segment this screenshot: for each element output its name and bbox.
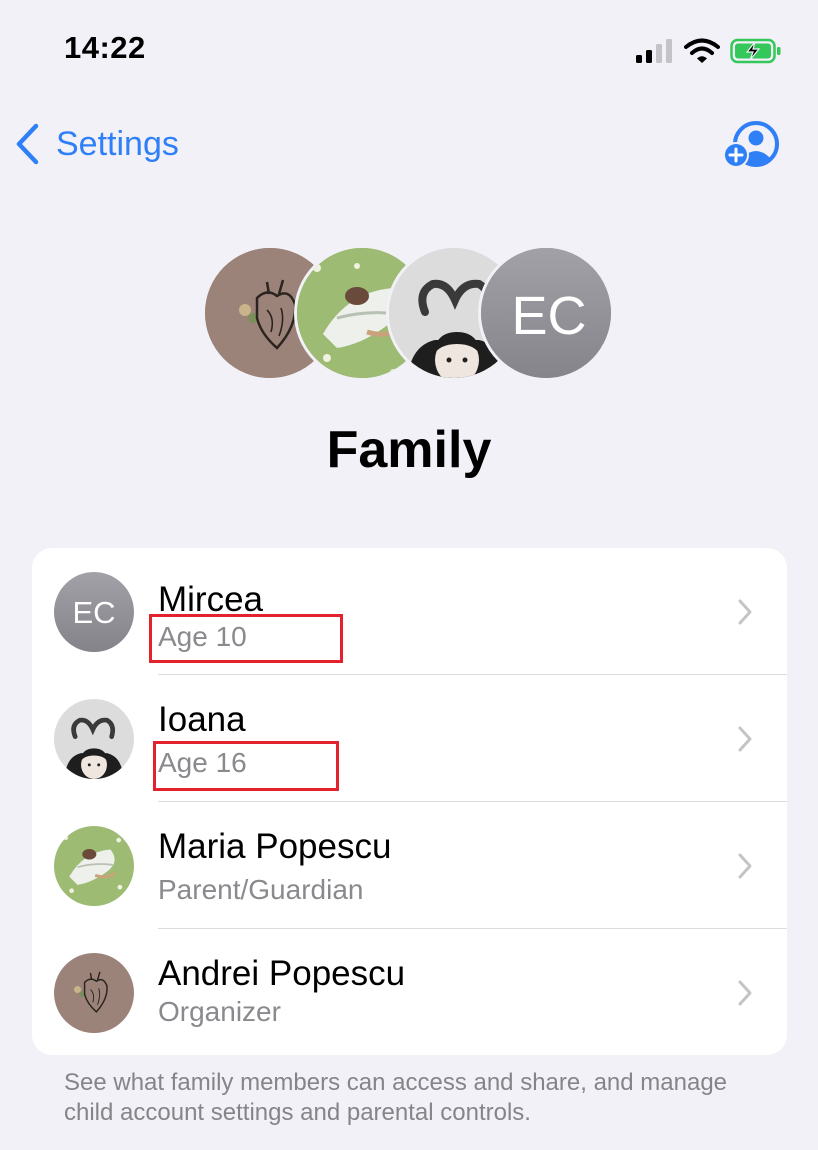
- add-member-button[interactable]: [722, 120, 782, 172]
- status-bar: 14:22: [0, 0, 818, 100]
- chevron-right-icon: [738, 853, 752, 879]
- add-person-icon: [723, 121, 779, 168]
- footer-note: See what family members can access and s…: [64, 1069, 728, 1126]
- status-time: 14:22: [64, 30, 146, 65]
- member-row-maria-popescu[interactable]: Maria Popescu Parent/Guardian: [32, 802, 787, 929]
- heart-photo-avatar: [54, 953, 134, 1033]
- member-name: Andrei Popescu: [158, 954, 406, 993]
- battery-charging-icon: [730, 38, 781, 64]
- status-icons: [636, 36, 782, 66]
- member-name: Maria Popescu: [158, 827, 392, 866]
- chevron-left-icon: [16, 123, 39, 165]
- chevron-right-icon: [738, 726, 752, 752]
- page-title: Family: [326, 421, 492, 479]
- back-label: Settings: [56, 124, 179, 163]
- member-role: Parent/Guardian: [158, 874, 364, 905]
- age-highlight-box: [149, 614, 343, 663]
- chevron-right-icon: [738, 980, 752, 1006]
- family-avatar-cluster: EC: [202, 245, 622, 385]
- meadow-photo-avatar: [54, 826, 134, 906]
- member-row-mircea[interactable]: EC Mircea Age 10: [32, 548, 787, 675]
- member-name: Ioana: [158, 700, 246, 739]
- ec-initials: EC: [72, 595, 115, 630]
- signal-icon: [636, 39, 672, 63]
- ec-avatar: EC: [54, 572, 134, 652]
- ec-initials: EC: [511, 286, 586, 346]
- ec-avatar: EC: [478, 245, 614, 381]
- member-role: Organizer: [158, 996, 281, 1027]
- back-button[interactable]: Settings: [14, 118, 179, 170]
- age-highlight-box: [153, 741, 339, 791]
- girl-heart-hands-avatar: [54, 699, 134, 779]
- member-row-andrei-popescu[interactable]: Andrei Popescu Organizer: [32, 929, 787, 1055]
- chevron-right-icon: [738, 599, 752, 625]
- member-row-ioana[interactable]: Ioana Age 16: [32, 675, 787, 802]
- wifi-icon: [684, 38, 720, 63]
- family-members-list: EC Mircea Age 10 Ioana Age 16 Maria Pope…: [32, 548, 787, 1055]
